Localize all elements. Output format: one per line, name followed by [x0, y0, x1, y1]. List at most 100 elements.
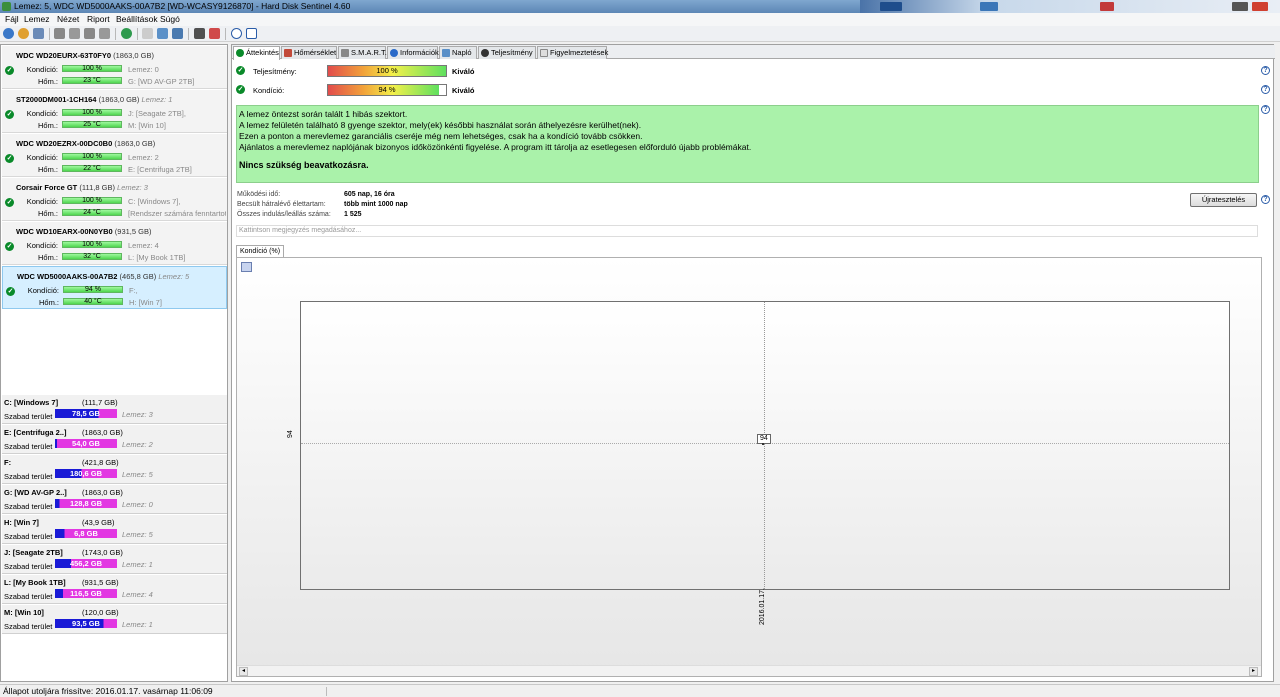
scroll-left-arrow[interactable]: ◂	[239, 667, 248, 676]
tab-condition-chart[interactable]: Kondíció (%)	[236, 245, 284, 257]
menu-file[interactable]: Fájl	[5, 14, 19, 24]
about-icon[interactable]	[246, 28, 257, 39]
disk-list-panel: WDC WD20EURX-63T0FY0 (1863,0 GB) ✓ Kondí…	[0, 44, 228, 682]
free-space-bar: 93,5 GB	[55, 619, 117, 628]
minimize-icon[interactable]	[1232, 2, 1248, 11]
gauge-icon	[481, 49, 489, 57]
message-conclusion: Nincs szükség beavatkozásra.	[239, 160, 369, 170]
temperature-label: Hőm.:	[37, 209, 58, 218]
scroll-right-arrow[interactable]: ▸	[1249, 667, 1258, 676]
menu-settings[interactable]: Beállítások	[116, 14, 158, 24]
disk-volumes: G: [WD AV-GP 2TB]	[128, 77, 195, 86]
partition-entry[interactable]: C: [Windows 7] (111,7 GB) Szabad terület…	[2, 395, 227, 424]
save-chart-icon[interactable]	[241, 262, 252, 272]
disk-entry[interactable]: WDC WD10EARX-00N0YB0 (931,5 GB) ✓ Kondíc…	[2, 222, 227, 265]
temperature-bar: 25 °C	[62, 121, 122, 128]
title-bar: Lemez: 5, WDC WD5000AAKS-00A7B2 [WD-WCAS…	[0, 0, 1280, 13]
chip-icon[interactable]	[194, 28, 205, 39]
help-icon[interactable]: ?	[1261, 195, 1270, 204]
partition-entry[interactable]: H: [Win 7] (43,9 GB) Szabad terület 6,8 …	[2, 515, 227, 544]
disk-volumes: H: [Win 7]	[129, 298, 162, 307]
tab-smart[interactable]: S.M.A.R.T.	[338, 46, 387, 59]
tab-alerts[interactable]: Figyelmeztetések	[537, 46, 608, 59]
refresh-icon[interactable]	[3, 28, 14, 39]
tab-overview[interactable]: Áttekintés	[233, 46, 280, 60]
help-icon[interactable]: ?	[1261, 85, 1270, 94]
disk-entry[interactable]: WDC WD20EURX-63T0FY0 (1863,0 GB) ✓ Kondí…	[2, 46, 227, 89]
disk-name: Corsair Force GT (111,8 GB) Lemez: 3	[16, 183, 148, 192]
condition-bar: 94 %	[327, 84, 447, 96]
partition-name: H: [Win 7]	[4, 518, 39, 527]
partition-disk: Lemez: 1	[122, 560, 153, 569]
menu-view[interactable]: Nézet	[57, 14, 79, 24]
partition-entry[interactable]: M: [Win 10] (120,0 GB) Szabad terület 93…	[2, 605, 227, 634]
start-stop-label: Összes indulás/leállás száma:	[237, 211, 331, 218]
partition-entry[interactable]: G: [WD AV-GP 2..] (1863,0 GB) Szabad ter…	[2, 485, 227, 514]
partition-name: M: [Win 10]	[4, 608, 44, 617]
short-test-icon[interactable]	[84, 28, 95, 39]
disk-volumes: F:,	[129, 286, 138, 295]
partition-disk: Lemez: 3	[122, 410, 153, 419]
tab-performance[interactable]: Teljesítmény	[478, 46, 536, 59]
partition-entry[interactable]: J: [Seagate 2TB] (1743,0 GB) Szabad terü…	[2, 545, 227, 574]
message-line: A lemez felületén található 8 gyenge sze…	[239, 120, 642, 130]
condition-rating: Kiváló	[452, 86, 475, 95]
condition-label: Kondíció:	[253, 86, 285, 95]
x-tick-label: 2016.01.17.	[759, 588, 766, 625]
app-icon	[2, 2, 11, 11]
report-icon[interactable]	[142, 28, 153, 39]
condition-bar: 94 %	[63, 286, 123, 293]
partition-entry[interactable]: L: [My Book 1TB] (931,5 GB) Szabad terül…	[2, 575, 227, 604]
partition-size: (43,9 GB)	[82, 518, 115, 527]
tab-log[interactable]: Napló	[439, 46, 477, 59]
disk-name: ST2000DM001-1CH164 (1863,0 GB) Lemez: 1	[16, 95, 173, 104]
tab-bar: Áttekintés Hőmérséklet S.M.A.R.T. Inform…	[232, 45, 1275, 60]
email-icon[interactable]	[33, 28, 44, 39]
tab-information[interactable]: Információk	[387, 46, 439, 59]
globe-icon[interactable]	[121, 28, 132, 39]
taskbar-icon	[1100, 2, 1114, 11]
extended-test-icon[interactable]	[99, 28, 110, 39]
disk-entry-selected[interactable]: WDC WD5000AAKS-00A7B2 (465,8 GB) Lemez: …	[2, 266, 227, 309]
taskbar-icon	[880, 2, 902, 11]
details-panel: Áttekintés Hőmérséklet S.M.A.R.T. Inform…	[231, 44, 1275, 682]
alerts-icon	[540, 49, 548, 57]
log-icon	[442, 49, 450, 57]
temperature-bar: 40 °C	[63, 298, 123, 305]
partition-size: (1863,0 GB)	[82, 428, 123, 437]
tab-temperature[interactable]: Hőmérséklet	[281, 46, 337, 59]
alert-icon[interactable]	[209, 28, 220, 39]
chart-icon	[341, 49, 349, 57]
message-line: Ajánlatos a merevlemez naplójának bizony…	[239, 142, 752, 152]
toolbar-separator	[188, 28, 189, 40]
partition-disk: Lemez: 1	[122, 620, 153, 629]
status-text: Állapot utoljára frissítve: 2016.01.17. …	[3, 686, 213, 696]
disk-index: Lemez: 0	[128, 65, 159, 74]
save-report-icon[interactable]	[157, 28, 168, 39]
help-icon[interactable]	[231, 28, 242, 39]
retest-button[interactable]: Újratesztelés	[1190, 193, 1257, 207]
disk-entry[interactable]: Corsair Force GT (111,8 GB) Lemez: 3 ✓ K…	[2, 178, 227, 221]
menu-report[interactable]: Riport	[87, 14, 110, 24]
note-input[interactable]: Kattintson megjegyzés megadásához...	[236, 225, 1258, 237]
surface-test-icon[interactable]	[69, 28, 80, 39]
disk-entry[interactable]: ST2000DM001-1CH164 (1863,0 GB) Lemez: 1 …	[2, 90, 227, 133]
menu-help[interactable]: Súgó	[160, 14, 180, 24]
help-icon[interactable]: ?	[1261, 66, 1270, 75]
partition-entry[interactable]: E: [Centrifuga 2..] (1863,0 GB) Szabad t…	[2, 425, 227, 454]
free-space-bar: 54,0 GB	[55, 439, 117, 448]
menu-disk[interactable]: Lemez	[24, 14, 50, 24]
disk-info-icon[interactable]	[18, 28, 29, 39]
disk-index: Lemez: 4	[128, 241, 159, 250]
start-stop-value: 1 525	[344, 211, 362, 218]
horizontal-scrollbar[interactable]: ◂ ▸	[237, 665, 1261, 676]
close-icon[interactable]	[1252, 2, 1268, 11]
help-icon[interactable]: ?	[1261, 105, 1270, 114]
partition-entry[interactable]: F: (421,8 GB) Szabad terület 180,6 GB Le…	[2, 455, 227, 484]
send-report-icon[interactable]	[172, 28, 183, 39]
toolbar-separator	[137, 28, 138, 40]
disk-entry[interactable]: WDC WD20EZRX-00DC0B0 (1863,0 GB) ✓ Kondí…	[2, 134, 227, 177]
uptime-value: 605 nap, 16 óra	[344, 191, 395, 198]
free-space-label: Szabad terület	[4, 412, 53, 421]
test-icon[interactable]	[54, 28, 65, 39]
